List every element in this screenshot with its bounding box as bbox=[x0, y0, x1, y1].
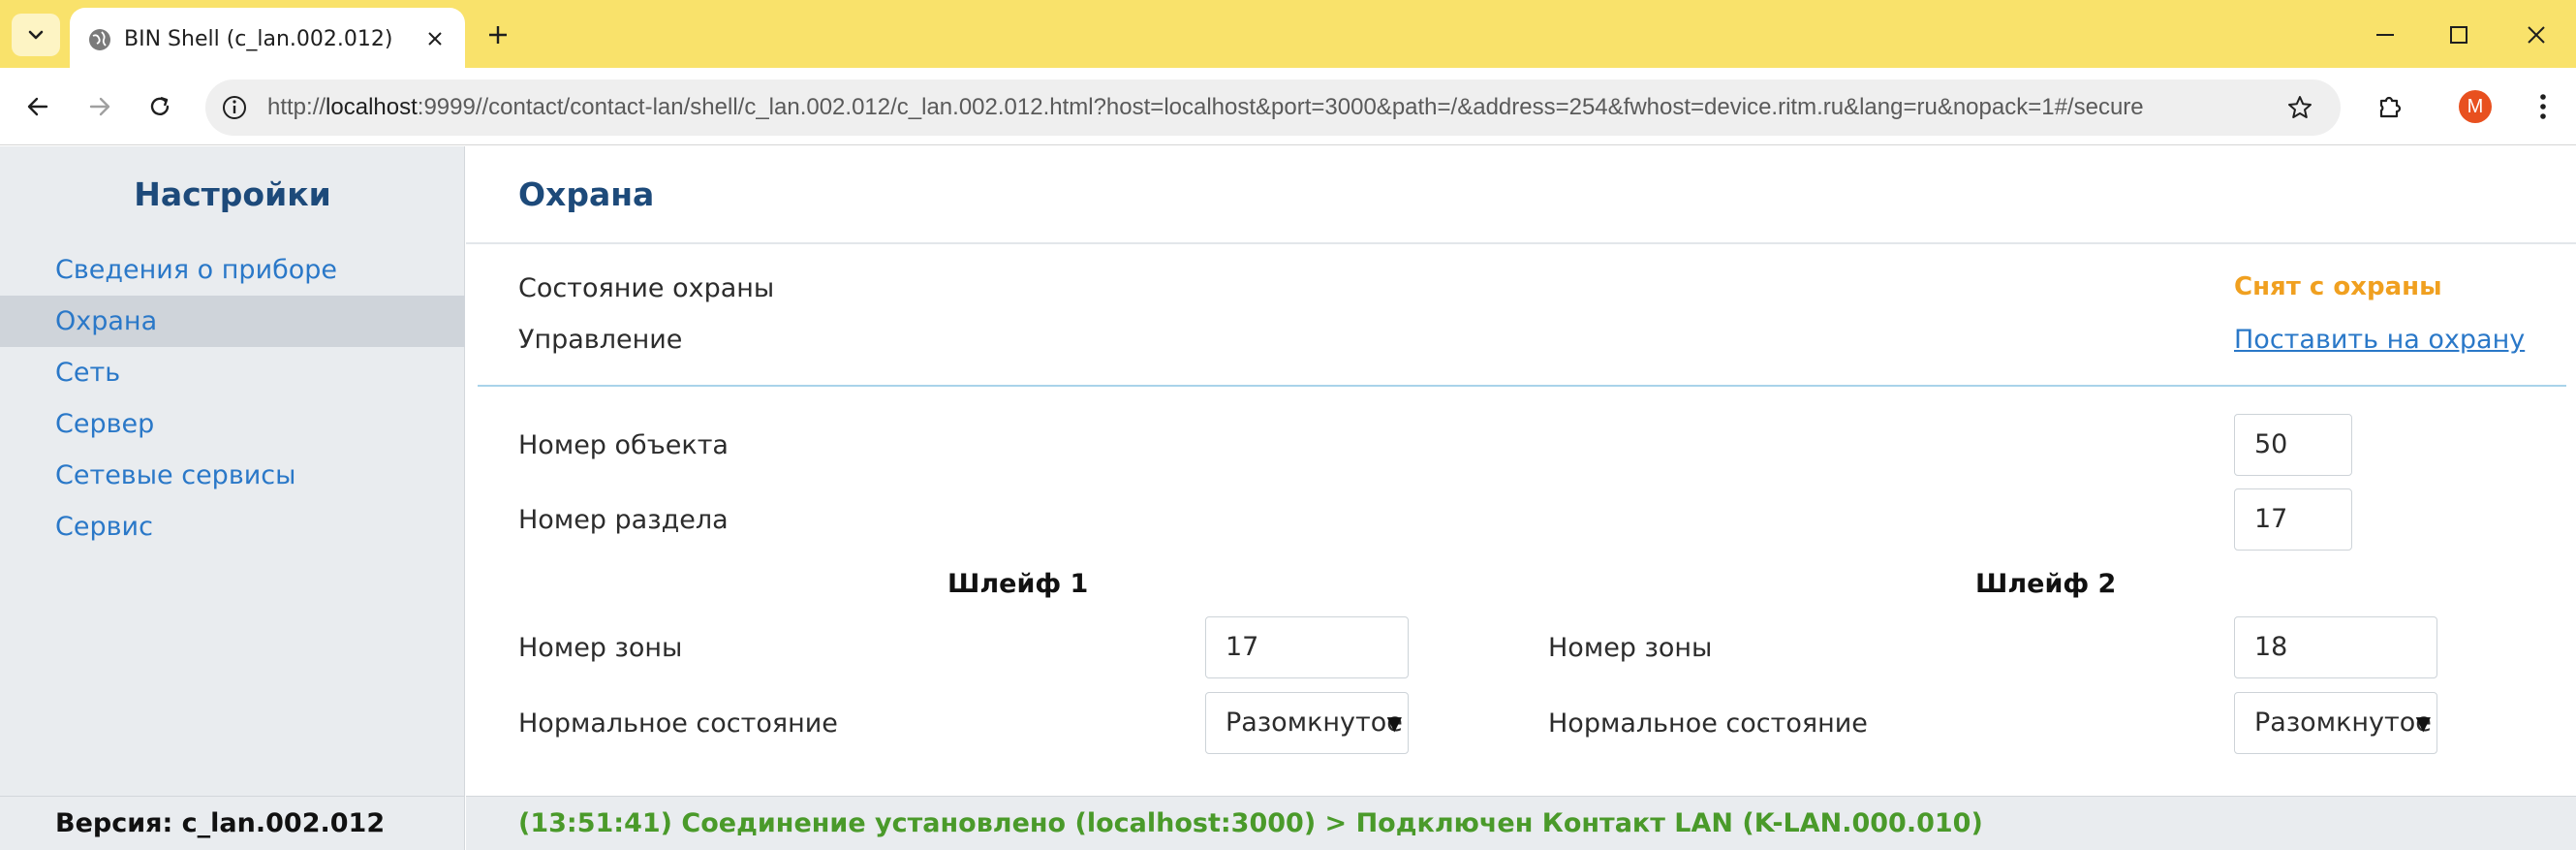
loop-1-zone-input[interactable]: 17 bbox=[1205, 616, 1409, 678]
arm-link[interactable]: Поставить на охрану bbox=[2234, 325, 2525, 355]
loop-2-normal-state-value: Разомкнутое bbox=[2254, 708, 2432, 738]
partition-number-input[interactable]: 17 bbox=[2234, 488, 2352, 551]
partition-number-label: Номер раздела bbox=[518, 505, 729, 535]
url-path: :9999//contact/contact-lan/shell/c_lan.0… bbox=[417, 94, 2144, 120]
version-footer: Версия: c_lan.002.012 bbox=[0, 796, 465, 850]
maximize-icon bbox=[2450, 26, 2467, 44]
chevron-down-icon bbox=[28, 30, 44, 40]
tab-search-button[interactable] bbox=[12, 14, 60, 56]
minimize-button[interactable] bbox=[2356, 14, 2414, 56]
site-info-button[interactable] bbox=[219, 92, 250, 123]
object-number-input[interactable]: 50 bbox=[2234, 414, 2352, 476]
loop-2-normal-state-label: Нормальное состояние bbox=[1548, 708, 1868, 739]
dropdown-arrow-icon: ▼ bbox=[2415, 711, 2431, 735]
sidebar-item-server[interactable]: Сервер bbox=[0, 398, 465, 450]
plus-icon bbox=[489, 26, 507, 44]
reload-button[interactable] bbox=[140, 86, 180, 127]
tab-close-button[interactable] bbox=[420, 24, 450, 53]
sidebar-item-network[interactable]: Сеть bbox=[0, 347, 465, 398]
sidebar-item-service[interactable]: Сервис bbox=[0, 501, 465, 552]
back-button[interactable] bbox=[17, 86, 58, 127]
dropdown-arrow-icon: ▼ bbox=[1386, 711, 1402, 735]
settings-sidebar: Настройки Сведения о приборе Охрана Сеть… bbox=[0, 146, 465, 796]
object-number-label: Номер объекта bbox=[518, 430, 729, 460]
connection-status-text: (13:51:41) Соединение установлено (local… bbox=[518, 808, 1983, 838]
globe-icon bbox=[89, 29, 110, 50]
puzzle-icon bbox=[2379, 96, 2402, 118]
loop-1-zone-label: Номер зоны bbox=[518, 633, 683, 663]
sidebar-item-device-info[interactable]: Сведения о приборе bbox=[0, 244, 465, 296]
loop-1-normal-state-select[interactable]: Разомкнутое ▼ bbox=[1205, 692, 1409, 754]
arrow-left-icon bbox=[27, 97, 48, 116]
bookmark-button[interactable] bbox=[2284, 92, 2315, 123]
loop-2-normal-state-select[interactable]: Разомкнутое ▼ bbox=[2234, 692, 2437, 754]
arrow-right-icon bbox=[89, 97, 110, 116]
security-panel: Охрана Состояние охраны Снят с охраны Уп… bbox=[466, 146, 2576, 796]
page-content: Настройки Сведения о приборе Охрана Сеть… bbox=[0, 146, 2576, 850]
minimize-icon bbox=[2376, 34, 2394, 36]
loop-1-title: Шлейф 1 bbox=[947, 569, 1089, 599]
new-tab-button[interactable] bbox=[481, 17, 515, 52]
info-icon bbox=[223, 96, 246, 119]
security-state-value: Снят с охраны bbox=[2234, 272, 2442, 301]
star-icon bbox=[2288, 96, 2312, 118]
security-state-label: Состояние охраны bbox=[518, 273, 775, 303]
close-icon bbox=[2528, 26, 2545, 44]
status-bar: (13:51:41) Соединение установлено (local… bbox=[466, 796, 2576, 850]
browser-menu-button[interactable] bbox=[2523, 86, 2563, 127]
window-close-button[interactable] bbox=[2507, 14, 2565, 56]
section-divider bbox=[478, 385, 2566, 387]
maximize-button[interactable] bbox=[2430, 14, 2488, 56]
loop-1-normal-state-value: Разомкнутое bbox=[1226, 708, 1403, 738]
browser-tab-active[interactable]: BIN Shell (c_lan.002.012) bbox=[70, 8, 465, 68]
reload-icon bbox=[150, 96, 170, 115]
sidebar-item-network-services[interactable]: Сетевые сервисы bbox=[0, 450, 465, 501]
close-icon bbox=[428, 32, 442, 46]
address-bar[interactable]: http://localhost:9999//contact/contact-l… bbox=[205, 79, 2341, 136]
browser-toolbar: http://localhost:9999//contact/contact-l… bbox=[0, 68, 2576, 145]
loop-1-normal-state-label: Нормальное состояние bbox=[518, 708, 838, 739]
title-divider bbox=[466, 242, 2576, 244]
loop-2-title: Шлейф 2 bbox=[1975, 569, 2117, 599]
sidebar-item-security[interactable]: Охрана bbox=[0, 296, 465, 347]
sidebar-title: Настройки bbox=[134, 175, 331, 213]
forward-button[interactable] bbox=[79, 86, 120, 127]
profile-avatar[interactable]: M bbox=[2459, 90, 2492, 123]
extensions-button[interactable] bbox=[2370, 86, 2410, 127]
browser-tab-strip: BIN Shell (c_lan.002.012) bbox=[0, 0, 2576, 68]
version-text: Версия: c_lan.002.012 bbox=[55, 808, 386, 838]
control-label: Управление bbox=[518, 325, 683, 355]
more-vertical-icon bbox=[2540, 94, 2546, 119]
tab-title: BIN Shell (c_lan.002.012) bbox=[124, 27, 393, 51]
url-text[interactable]: http://localhost:9999//contact/contact-l… bbox=[267, 94, 2144, 121]
url-host: localhost bbox=[326, 94, 418, 120]
loop-2-zone-input[interactable]: 18 bbox=[2234, 616, 2437, 678]
loop-2-zone-label: Номер зоны bbox=[1548, 633, 1713, 663]
url-scheme: http:// bbox=[267, 94, 326, 120]
page-title: Охрана bbox=[518, 175, 655, 213]
